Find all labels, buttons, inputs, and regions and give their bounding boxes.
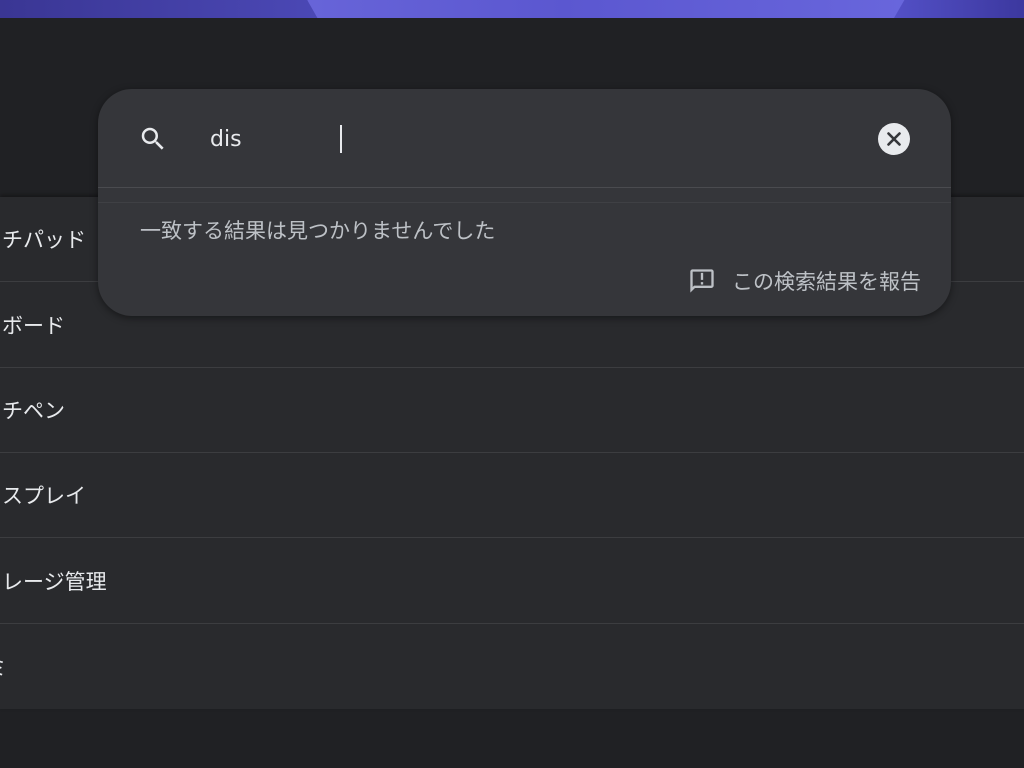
list-item-label: チペン: [2, 399, 65, 423]
list-item[interactable]: スプレイ: [0, 453, 1024, 538]
search-icon: [141, 127, 164, 150]
clear-icon: [887, 132, 901, 146]
list-item[interactable]: チペン: [0, 368, 1024, 453]
top-banner: [0, 0, 1024, 18]
list-item-label: スプレイ: [2, 484, 86, 508]
list-item-label: ボード: [2, 314, 65, 338]
results-divider: [98, 202, 951, 203]
list-item-label: レージ管理: [2, 570, 107, 594]
search-bar: [98, 89, 951, 188]
banner-shape-left: [0, 0, 320, 18]
no-results-message: 一致する結果は見つかりませんでした: [140, 219, 496, 243]
report-search-results-label: この検索結果を報告: [732, 270, 921, 294]
report-search-results-button[interactable]: この検索結果を報告: [688, 265, 921, 297]
list-item-label: チパッド: [2, 228, 86, 252]
list-item-label: ミ: [0, 652, 7, 682]
list-item[interactable]: レージ管理: [0, 539, 1024, 624]
feedback-icon: [690, 269, 714, 293]
clear-search-button[interactable]: [878, 123, 910, 155]
search-input[interactable]: [210, 121, 850, 157]
text-caret: [340, 125, 342, 153]
search-dialog: 一致する結果は見つかりませんでした この検索結果を報告: [98, 89, 951, 316]
list-item[interactable]: ミ: [0, 624, 1024, 709]
banner-shape-right: [894, 0, 1024, 18]
